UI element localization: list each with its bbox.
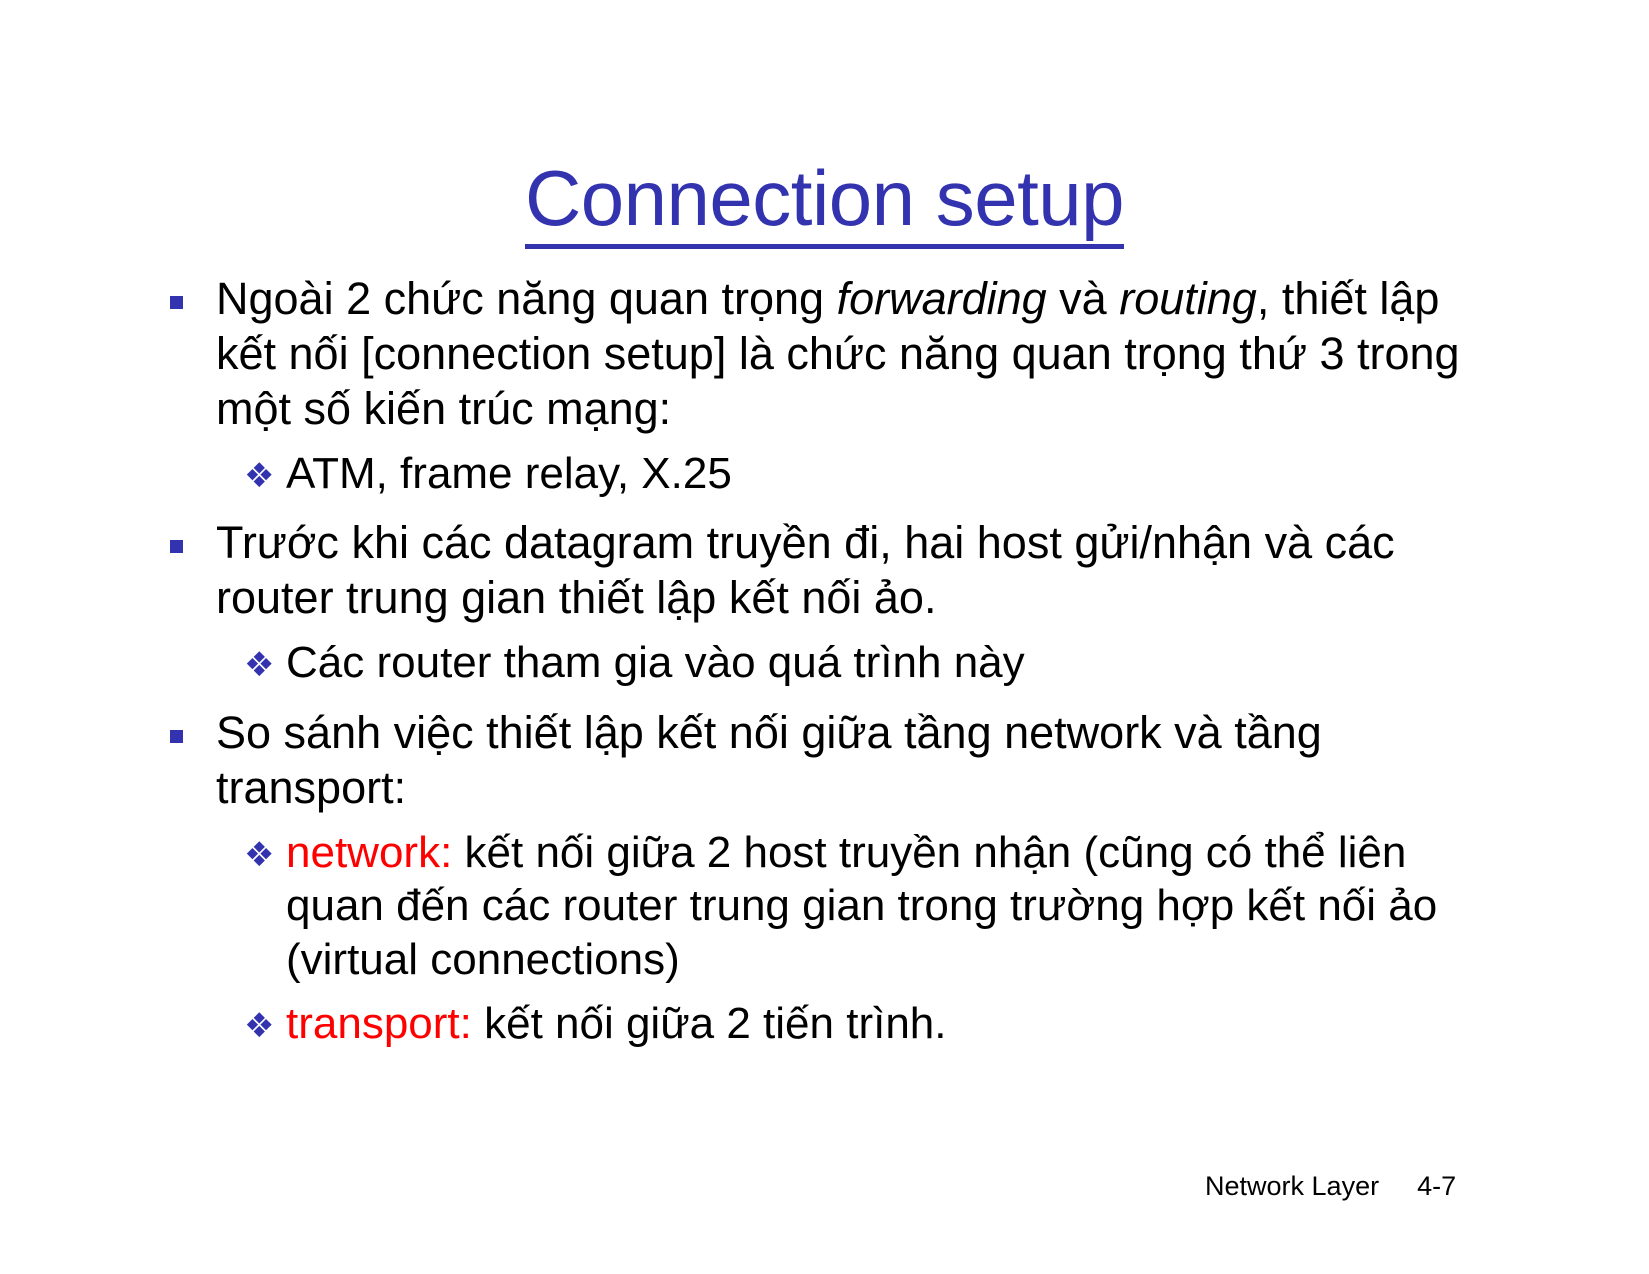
slide-footer: Network Layer 4-7 [1175, 1140, 1456, 1233]
page-title: Connection setup [524, 157, 1125, 249]
footer-page-number: 4-7 [1417, 1171, 1457, 1201]
square-bullet-icon [170, 516, 216, 554]
square-bullet-icon [170, 706, 216, 743]
bullet-item-1-text: Ngoài 2 chức năng quan trọng forwarding … [216, 272, 1470, 437]
bullet-1-italic-forwarding: forwarding [836, 273, 1047, 324]
bullet-item-4-text: Các router tham gia vào quá trình này [286, 638, 1025, 688]
bullet-1-part-b: và [1046, 273, 1120, 324]
bullet-item-6-text: network: kết nối giữa 2 host truyền nhận… [286, 826, 1470, 987]
page-title-container: Connection setup [0, 157, 1649, 249]
bullet-7-label-transport: transport: [286, 998, 472, 1048]
bullet-item-2: ❖ ATM, frame relay, X.25 [170, 447, 1470, 501]
slide: Connection setup Ngoài 2 chức năng quan … [0, 0, 1649, 1274]
bullet-item-3-text: Trước khi các datagram truyền đi, hai ho… [216, 517, 1395, 624]
bullet-item-6: ❖ network: kết nối giữa 2 host truyền nh… [170, 826, 1470, 987]
bullet-item-7: ❖ transport: kết nối giữa 2 tiến trình. [170, 997, 1470, 1051]
bullet-7-body: kết nối giữa 2 tiến trình. [471, 998, 947, 1048]
diamond-bullet-icon: ❖ [244, 646, 275, 685]
bullet-item-2-text: ATM, frame relay, X.25 [286, 448, 732, 498]
bullet-1-italic-routing: routing [1119, 273, 1257, 324]
bullet-item-5: So sánh việc thiết lập kết nối giữa tầng… [170, 706, 1470, 816]
bullet-item-7-text: transport: kết nối giữa 2 tiến trình. [286, 997, 1470, 1051]
slide-body: Ngoài 2 chức năng quan trọng forwarding … [170, 272, 1470, 1054]
footer-label: Network Layer [1205, 1171, 1380, 1201]
bullet-item-3: Trước khi các datagram truyền đi, hai ho… [170, 516, 1470, 626]
bullet-item-5-text: So sánh việc thiết lập kết nối giữa tầng… [216, 706, 1322, 813]
diamond-bullet-icon: ❖ [244, 1006, 275, 1045]
bullet-6-label-network: network: [286, 827, 453, 877]
diamond-bullet-icon: ❖ [244, 456, 275, 495]
square-bullet-icon [170, 272, 216, 309]
bullet-6-body: kết nối giữa 2 host truyền nhận (cũng có… [286, 827, 1438, 984]
bullet-1-part-a: Ngoài 2 chức năng quan trọng [216, 273, 837, 324]
bullet-item-4: ❖ Các router tham gia vào quá trình này [170, 636, 1470, 690]
bullet-item-1: Ngoài 2 chức năng quan trọng forwarding … [170, 272, 1470, 437]
diamond-bullet-icon: ❖ [244, 835, 275, 874]
